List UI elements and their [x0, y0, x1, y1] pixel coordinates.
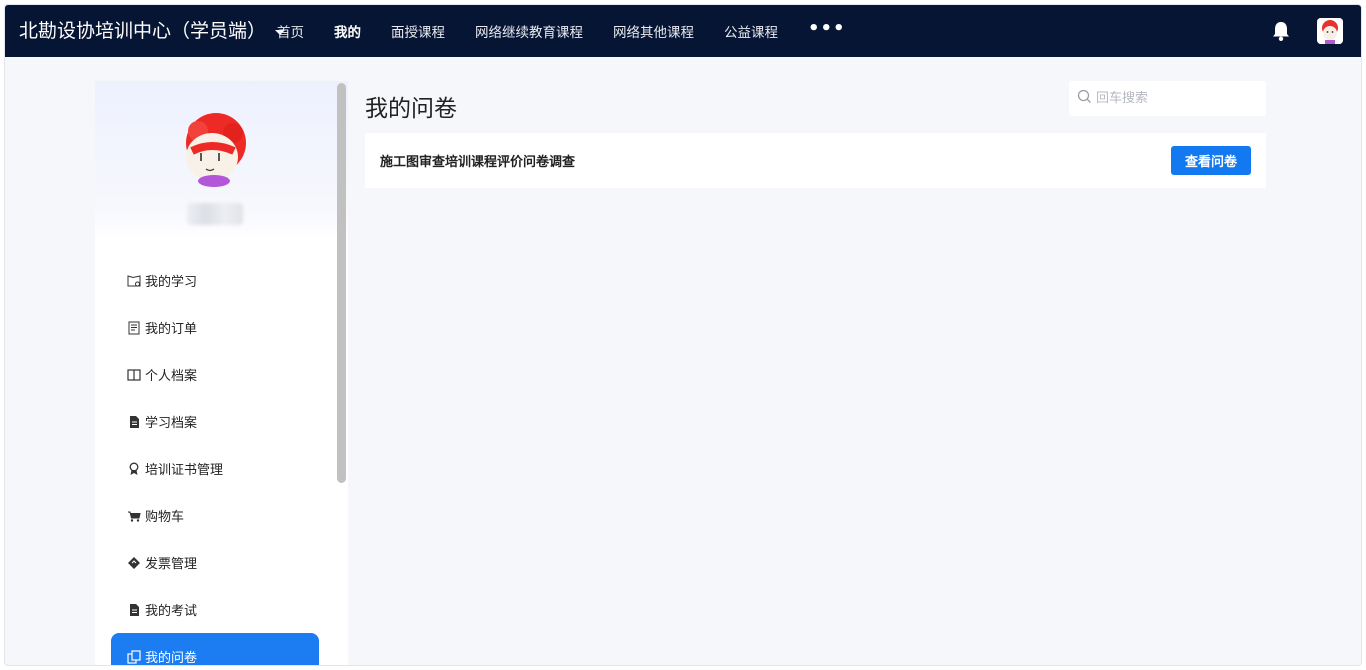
sidebar-item-label: 发票管理: [145, 557, 198, 572]
bell-icon[interactable]: [1271, 20, 1291, 42]
page-title: 我的问卷: [365, 96, 457, 122]
nav-offline-courses[interactable]: 面授课程: [391, 21, 445, 41]
view-survey-button[interactable]: 查看问卷: [1171, 146, 1251, 175]
sidebar-item-my-exams[interactable]: 我的考试: [95, 586, 348, 633]
sidebar-item-cart[interactable]: 购物车: [95, 492, 348, 539]
survey-icon: [127, 649, 141, 664]
nav-home[interactable]: 首页: [277, 21, 304, 41]
study-icon: [127, 274, 141, 288]
sidebar-item-label: 培训证书管理: [145, 463, 224, 478]
profile-name-blurred: [187, 203, 243, 225]
survey-row: 施工图审查培训课程评价问卷调查 查看问卷: [365, 133, 1266, 188]
nav-mine[interactable]: 我的: [334, 21, 361, 41]
ticket-icon: [127, 556, 141, 570]
order-icon: [127, 321, 141, 335]
file-icon: [127, 415, 141, 429]
certificate-icon: [127, 462, 141, 476]
nav-continuing-education[interactable]: 网络继续教育课程: [475, 21, 583, 41]
sidebar-item-label: 学习档案: [145, 416, 198, 431]
file-icon: [127, 603, 141, 617]
search-icon: [1077, 89, 1092, 108]
sidebar-item-label: 我的订单: [145, 322, 198, 337]
search-input[interactable]: [1096, 91, 1256, 106]
sidebar-scrollbar[interactable]: [337, 83, 346, 483]
sidebar: 我的学习 我的订单 个人档案 学习档案 培训证书管理 购物车 发票管理 我的考试…: [95, 81, 348, 666]
sidebar-item-label: 我的学习: [145, 275, 198, 290]
brand-dropdown[interactable]: 北勘设协培训中心（学员端）: [19, 5, 286, 57]
sidebar-item-my-orders[interactable]: 我的订单: [95, 304, 348, 351]
sidebar-item-label: 购物车: [145, 510, 185, 525]
sidebar-item-my-study[interactable]: 我的学习: [95, 257, 348, 304]
brand-title: 北勘设协培训中心（学员端）: [19, 20, 267, 42]
profile-avatar[interactable]: [178, 113, 254, 189]
sidebar-item-label: 个人档案: [145, 369, 198, 384]
main-nav: 首页 我的 面授课程 网络继续教育课程 网络其他课程 公益课程 •••: [277, 5, 876, 57]
profile-card: [95, 81, 348, 241]
sidebar-item-personal-profile[interactable]: 个人档案: [95, 351, 348, 398]
search-box[interactable]: [1069, 81, 1266, 116]
profile-book-icon: [127, 368, 141, 382]
top-navbar: 北勘设协培训中心（学员端） 首页 我的 面授课程 网络继续教育课程 网络其他课程…: [5, 5, 1361, 57]
nav-other-online-courses[interactable]: 网络其他课程: [613, 21, 694, 41]
sidebar-menu: 我的学习 我的订单 个人档案 学习档案 培训证书管理 购物车 发票管理 我的考试…: [95, 257, 348, 666]
app-window: 北勘设协培训中心（学员端） 首页 我的 面授课程 网络继续教育课程 网络其他课程…: [4, 4, 1362, 666]
avatar[interactable]: [1317, 18, 1343, 44]
sidebar-item-label: 我的问卷: [145, 651, 198, 666]
nav-more-button[interactable]: •••: [808, 18, 846, 39]
sidebar-item-invoices[interactable]: 发票管理: [95, 539, 348, 586]
cart-icon: [127, 509, 141, 523]
sidebar-item-label: 我的考试: [145, 604, 198, 619]
sidebar-item-certificates[interactable]: 培训证书管理: [95, 445, 348, 492]
survey-title: 施工图审查培训课程评价问卷调查: [380, 155, 576, 170]
sidebar-item-study-records[interactable]: 学习档案: [95, 398, 348, 445]
sidebar-item-my-surveys[interactable]: 我的问卷: [111, 633, 319, 666]
nav-public-courses[interactable]: 公益课程: [724, 21, 778, 41]
